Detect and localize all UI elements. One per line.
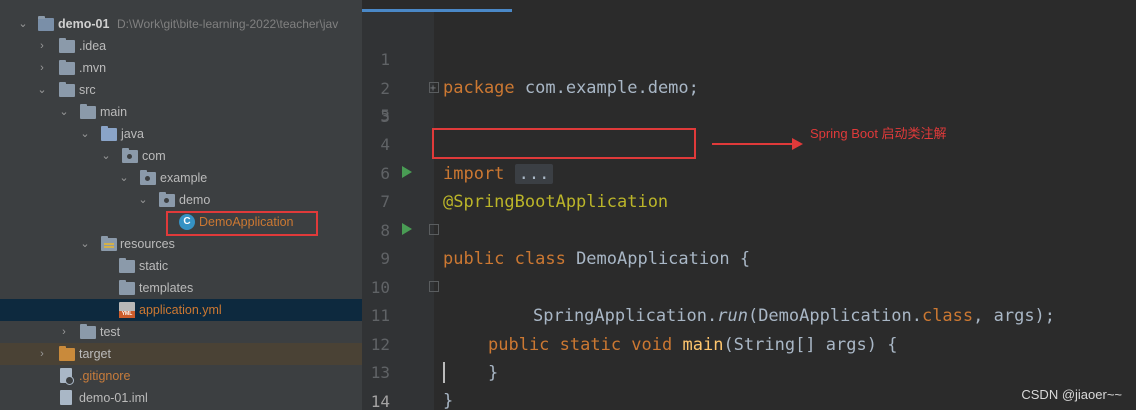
chevron-down-icon[interactable]: ⌄ — [17, 17, 29, 31]
chevron-down-icon[interactable]: ⌄ — [118, 171, 130, 185]
package-icon — [140, 170, 156, 185]
line-number: 5 — [380, 106, 390, 125]
tree-item-static[interactable]: static — [0, 255, 362, 277]
folder-icon — [59, 346, 75, 361]
fold-icon[interactable] — [429, 224, 439, 235]
tree-item-mvn[interactable]: › .mvn — [0, 57, 362, 79]
chevron-down-icon[interactable]: ⌄ — [36, 83, 48, 97]
code-line-7[interactable]: 7 public class DemoApplication { — [362, 158, 1136, 269]
tree-item-templates[interactable]: templates — [0, 277, 362, 299]
tree-item-label: application.yml — [139, 303, 222, 317]
code-line-2[interactable]: 2 — [362, 45, 1136, 98]
line-number: 14 — [370, 392, 390, 410]
tree-item-gitignore[interactable]: .gitignore — [0, 365, 362, 387]
module-folder-icon — [38, 16, 54, 31]
tree-item-label: src — [79, 83, 96, 97]
tree-item-label: templates — [139, 281, 194, 295]
folder-icon — [80, 324, 96, 339]
chevron-right-icon[interactable]: › — [36, 347, 48, 361]
chevron-right-icon[interactable]: › — [36, 61, 48, 75]
code-line-11[interactable]: 11 } — [362, 272, 1136, 383]
code-line-13[interactable]: 13 } — [362, 329, 1136, 410]
tree-item-label: .gitignore — [79, 369, 131, 383]
code-text: } — [443, 391, 454, 410]
code-line-3[interactable]: 3 import ... — [362, 73, 1136, 184]
tree-item-java[interactable]: ⌄ java — [0, 123, 362, 145]
code-line-9[interactable]: 9 public static void main(String[] args)… — [362, 215, 1136, 355]
tree-item-demoapplication[interactable]: C DemoApplication — [0, 211, 362, 233]
arrow-head-icon — [792, 138, 803, 150]
watermark: CSDN @jiaoer~~ — [1021, 387, 1122, 402]
tree-item-label: test — [100, 325, 121, 339]
tree-root-path: D:\Work\git\bite-learning-2022\teacher\j… — [117, 17, 339, 31]
run-icon[interactable] — [402, 166, 412, 178]
tree-item-label: static — [139, 259, 169, 273]
project-tree-panel: ⌄ demo-01 D:\Work\git\bite-learning-2022… — [0, 0, 362, 410]
tree-item-idea[interactable]: › .idea — [0, 35, 362, 57]
tree-item-com[interactable]: ⌄ com — [0, 145, 362, 167]
tree-item-label: demo-01.iml — [79, 391, 148, 405]
chevron-down-icon[interactable]: ⌄ — [79, 127, 91, 141]
folder-icon — [59, 38, 75, 53]
chevron-down-icon[interactable]: ⌄ — [100, 149, 112, 163]
code-line-10[interactable]: 10 SpringApplication.run(DemoApplication… — [362, 244, 1136, 326]
java-class-icon: C — [179, 214, 195, 230]
code-line-14[interactable]: 14 — [362, 358, 1136, 410]
tree-item-label: .idea — [79, 39, 107, 53]
arrow-line — [712, 143, 798, 145]
annotation-label: Spring Boot 启动类注解 — [810, 126, 947, 141]
tree-item-label: com — [142, 149, 166, 163]
fold-icon[interactable] — [429, 281, 439, 292]
package-icon — [159, 192, 175, 207]
package-icon — [122, 148, 138, 163]
tree-item-label: target — [79, 347, 111, 361]
fold-expand-icon[interactable] — [429, 74, 439, 103]
tree-item-root[interactable]: ⌄ demo-01 D:\Work\git\bite-learning-2022… — [0, 13, 362, 35]
folder-icon — [80, 104, 96, 119]
project-tree: ⌄ demo-01 D:\Work\git\bite-learning-2022… — [0, 13, 362, 409]
text-caret — [443, 362, 445, 383]
ignore-file-icon — [60, 368, 74, 385]
chevron-down-icon[interactable]: ⌄ — [79, 237, 91, 251]
chevron-down-icon[interactable]: ⌄ — [58, 105, 70, 119]
tree-item-application-yml[interactable]: application.yml — [0, 299, 362, 321]
tree-item-label: main — [100, 105, 128, 119]
chevron-down-icon[interactable]: ⌄ — [137, 193, 149, 207]
code-line-8[interactable]: 8 — [362, 187, 1136, 240]
tree-item-label: .mvn — [79, 61, 107, 75]
folder-icon — [59, 60, 75, 75]
tree-item-label: resources — [120, 237, 175, 251]
tree-item-example[interactable]: ⌄ example — [0, 167, 362, 189]
chevron-right-icon[interactable]: › — [58, 325, 70, 339]
tree-item-iml[interactable]: demo-01.iml — [0, 387, 362, 409]
tree-item-resources[interactable]: ⌄ resources — [0, 233, 362, 255]
tree-item-src[interactable]: ⌄ src — [0, 79, 362, 101]
tree-item-test[interactable]: › test — [0, 321, 362, 343]
code-editor[interactable]: 1 package com.example.demo; 2 3 import .… — [362, 0, 1136, 410]
code-line-12[interactable]: 12 — [362, 301, 1136, 354]
tree-item-main[interactable]: ⌄ main — [0, 101, 362, 123]
tree-root-label: demo-01 — [58, 17, 110, 31]
yaml-file-icon — [119, 302, 135, 318]
folder-icon — [59, 82, 75, 97]
tree-item-label: DemoApplication — [199, 215, 294, 229]
run-icon[interactable] — [402, 223, 412, 235]
tree-item-target[interactable]: › target — [0, 343, 362, 365]
module-file-icon — [60, 390, 72, 405]
tree-item-label: java — [121, 127, 144, 141]
folder-icon — [119, 280, 135, 295]
tree-item-label: example — [160, 171, 208, 185]
code-line-4[interactable]: 4 — [362, 101, 1136, 154]
tree-item-demo[interactable]: ⌄ demo — [0, 189, 362, 211]
folder-icon — [119, 258, 135, 273]
tree-item-label: demo — [179, 193, 211, 207]
code-line-1[interactable]: 1 package com.example.demo; — [362, 16, 1136, 98]
resources-folder-icon — [101, 236, 117, 251]
source-folder-icon — [101, 126, 117, 141]
chevron-right-icon[interactable]: › — [36, 39, 48, 53]
